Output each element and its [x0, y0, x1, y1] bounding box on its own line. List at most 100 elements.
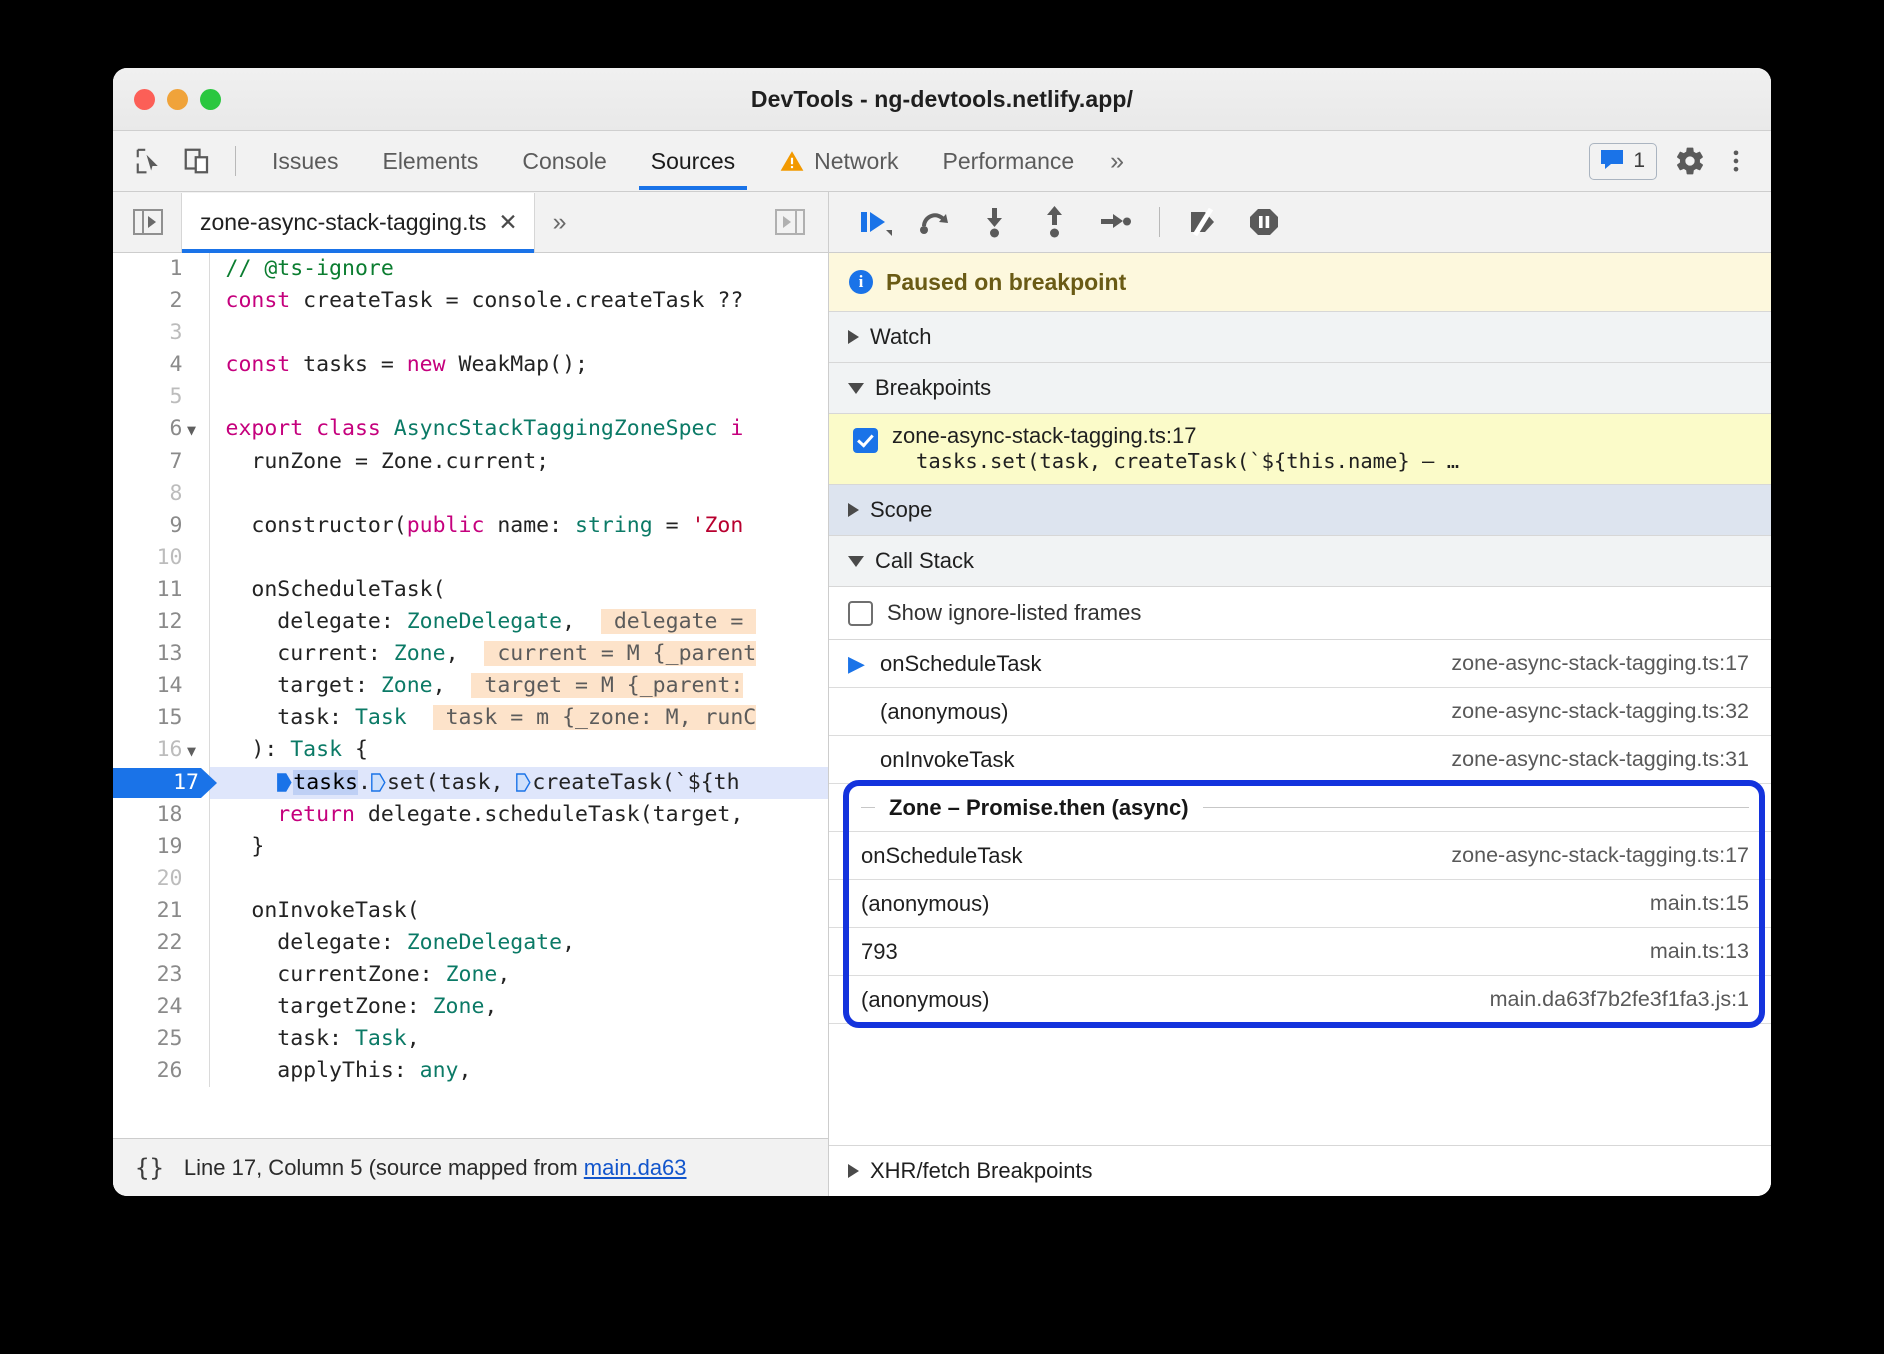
minimize-window-button[interactable]: [167, 89, 188, 110]
line-number-gutter[interactable]: 12: [113, 606, 209, 638]
code-line-content[interactable]: constructor(public name: string = 'Zon: [209, 510, 828, 542]
line-number-gutter[interactable]: 25: [113, 1023, 209, 1055]
line-number-gutter[interactable]: 15: [113, 702, 209, 734]
deactivate-breakpoints-icon[interactable]: [1178, 198, 1230, 246]
line-number-gutter[interactable]: 23: [113, 959, 209, 991]
code-line-content[interactable]: return delegate.scheduleTask(target,: [209, 799, 828, 831]
code-line-content[interactable]: currentZone: Zone,: [209, 959, 828, 991]
call-stack-frame[interactable]: (anonymous)main.ts:15: [829, 880, 1771, 928]
pause-on-exceptions-icon[interactable]: [1238, 198, 1290, 246]
code-line-content[interactable]: ): Task {: [209, 734, 828, 767]
show-navigator-icon[interactable]: [125, 199, 171, 245]
call-stack-frame[interactable]: 793main.ts:13: [829, 928, 1771, 976]
tab-elements[interactable]: Elements: [360, 132, 500, 190]
code-line-content[interactable]: current: Zone, current = M {_parent: [209, 638, 828, 670]
code-line-content[interactable]: targetZone: Zone,: [209, 991, 828, 1023]
line-number-gutter[interactable]: 1: [113, 253, 209, 285]
code-line-content[interactable]: [209, 863, 828, 895]
code-line-content[interactable]: const tasks = new WeakMap();: [209, 349, 828, 381]
line-number-gutter[interactable]: 18: [113, 799, 209, 831]
file-tab-zone-async-stack-tagging[interactable]: zone-async-stack-tagging.ts ✕: [181, 193, 535, 252]
call-stack-frame[interactable]: ▶onInvokeTaskzone-async-stack-tagging.ts…: [829, 736, 1771, 784]
code-line-content[interactable]: export class AsyncStackTaggingZoneSpec i: [209, 413, 828, 446]
code-line-content[interactable]: delegate: ZoneDelegate,: [209, 927, 828, 959]
line-number-gutter[interactable]: 20: [113, 863, 209, 895]
more-tabs-icon[interactable]: »: [1096, 147, 1138, 176]
line-number-gutter[interactable]: 22: [113, 927, 209, 959]
call-stack-frame[interactable]: (anonymous)main.da63f7b2fe3f1fa3.js:1: [829, 976, 1771, 1024]
code-line-content[interactable]: task: Task,: [209, 1023, 828, 1055]
code-line-content[interactable]: onScheduleTask(: [209, 574, 828, 606]
close-icon[interactable]: ✕: [498, 211, 517, 234]
show-ignore-listed-frames-row[interactable]: Show ignore-listed frames: [829, 587, 1771, 640]
code-fold-toggle-icon[interactable]: ▼: [183, 415, 201, 445]
inline-breakpoint-marker[interactable]: [277, 771, 292, 790]
breakpoint-line-marker[interactable]: 17: [113, 768, 217, 798]
code-fold-toggle-icon[interactable]: ▼: [183, 736, 201, 766]
more-files-icon[interactable]: »: [553, 208, 567, 237]
step-over-next-function-call-icon[interactable]: [909, 198, 961, 246]
line-number-gutter[interactable]: 2: [113, 285, 209, 317]
line-number-gutter[interactable]: 13: [113, 638, 209, 670]
more-vertical-icon[interactable]: [1713, 138, 1759, 184]
step-icon[interactable]: [1089, 198, 1141, 246]
tab-issues[interactable]: Issues: [250, 132, 360, 190]
line-number-gutter[interactable]: 19: [113, 831, 209, 863]
tab-performance[interactable]: Performance: [920, 132, 1096, 190]
resume-script-execution-icon[interactable]: [849, 198, 901, 246]
inline-breakpoint-marker[interactable]: [516, 771, 531, 790]
code-line-content[interactable]: [209, 478, 828, 510]
line-number-gutter[interactable]: 16▼: [113, 734, 209, 767]
line-number-gutter[interactable]: 4: [113, 349, 209, 381]
code-line-content[interactable]: tasks.set(task, createTask(`${th: [209, 767, 828, 799]
section-header-scope[interactable]: Scope: [829, 485, 1771, 536]
ignore-listed-checkbox[interactable]: [848, 601, 873, 626]
code-line-content[interactable]: }: [209, 831, 828, 863]
pretty-print-icon[interactable]: {}: [135, 1154, 164, 1182]
line-number-gutter[interactable]: 24: [113, 991, 209, 1023]
code-line-content[interactable]: onInvokeTask(: [209, 895, 828, 927]
device-toolbar-icon[interactable]: [175, 139, 219, 183]
step-out-of-current-function-icon[interactable]: [1029, 198, 1081, 246]
line-number-gutter[interactable]: 3: [113, 317, 209, 349]
gear-icon[interactable]: [1667, 138, 1713, 184]
breakpoint-checkbox[interactable]: [853, 428, 878, 453]
code-line-content[interactable]: runZone = Zone.current;: [209, 446, 828, 478]
code-line-content[interactable]: [209, 381, 828, 413]
section-header-xhr-fetch-breakpoints[interactable]: XHR/fetch Breakpoints: [829, 1145, 1771, 1196]
show-debugger-sidebar-icon[interactable]: [768, 200, 812, 244]
inline-breakpoint-marker[interactable]: [371, 771, 386, 790]
inspect-cursor-icon[interactable]: [127, 139, 171, 183]
code-line-content[interactable]: task: Task task = m {_zone: M, runC: [209, 702, 828, 734]
line-number-gutter[interactable]: 7: [113, 446, 209, 478]
line-number-gutter[interactable]: 26: [113, 1055, 209, 1087]
line-number-gutter[interactable]: 14: [113, 670, 209, 702]
issues-counter-button[interactable]: 1: [1589, 143, 1657, 180]
tab-console[interactable]: Console: [500, 132, 628, 190]
code-line-content[interactable]: [209, 542, 828, 574]
line-number-gutter[interactable]: 6▼: [113, 413, 209, 446]
code-editor[interactable]: 1// @ts-ignore2const createTask = consol…: [113, 253, 829, 1196]
call-stack-frame[interactable]: ▶(anonymous)zone-async-stack-tagging.ts:…: [829, 688, 1771, 736]
code-line-content[interactable]: target: Zone, target = M {_parent:: [209, 670, 828, 702]
line-number-gutter[interactable]: 8: [113, 478, 209, 510]
call-stack-frame[interactable]: ▶onScheduleTaskzone-async-stack-tagging.…: [829, 640, 1771, 688]
line-number-gutter[interactable]: 10: [113, 542, 209, 574]
line-number-gutter[interactable]: 17: [113, 767, 209, 799]
call-stack-frame[interactable]: onScheduleTaskzone-async-stack-tagging.t…: [829, 832, 1771, 880]
step-into-next-function-call-icon[interactable]: [969, 198, 1021, 246]
line-number-gutter[interactable]: 9: [113, 510, 209, 542]
line-number-gutter[interactable]: 11: [113, 574, 209, 606]
close-window-button[interactable]: [134, 89, 155, 110]
source-map-link[interactable]: main.da63: [584, 1155, 687, 1180]
tab-sources[interactable]: Sources: [629, 132, 757, 190]
section-header-breakpoints[interactable]: Breakpoints: [829, 363, 1771, 414]
code-line-content[interactable]: applyThis: any,: [209, 1055, 828, 1087]
section-header-watch[interactable]: Watch: [829, 312, 1771, 363]
code-line-content[interactable]: const createTask = console.createTask ??: [209, 285, 828, 317]
maximize-window-button[interactable]: [200, 89, 221, 110]
line-number-gutter[interactable]: 5: [113, 381, 209, 413]
section-header-call-stack[interactable]: Call Stack: [829, 536, 1771, 587]
code-line-content[interactable]: // @ts-ignore: [209, 253, 828, 285]
code-line-content[interactable]: [209, 317, 828, 349]
